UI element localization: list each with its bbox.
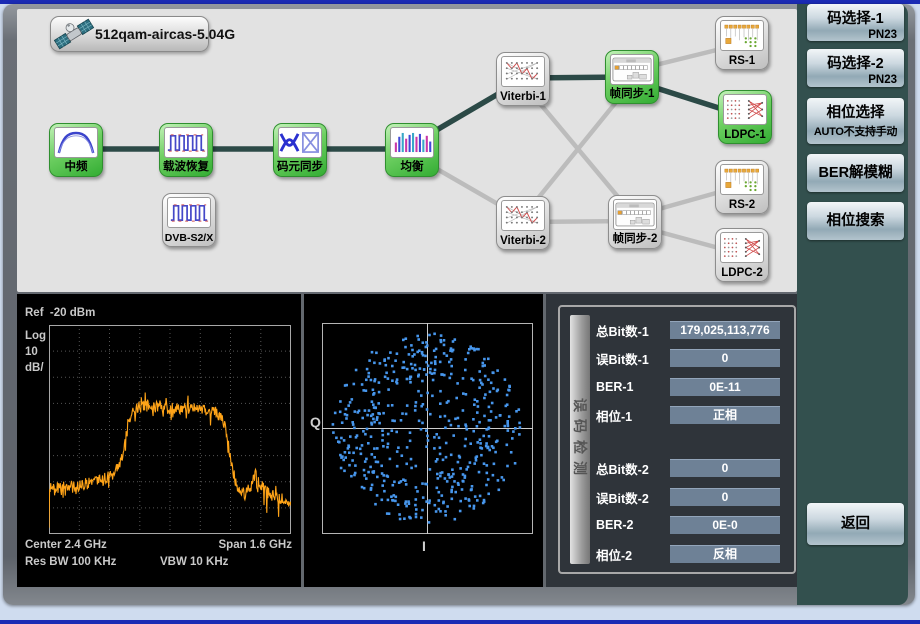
- node-frame-sync-1[interactable]: 帧同步-1: [605, 50, 659, 104]
- ldpc-graph-icon: [720, 232, 764, 263]
- phase-1-value: 正相: [670, 406, 780, 424]
- node-ldpc-1[interactable]: LDPC-1: [718, 90, 772, 144]
- spectrum-center-label: Center 2.4 GHz: [25, 539, 107, 551]
- node-equalizer[interactable]: 均衡: [385, 123, 439, 177]
- rs-code-icon: [720, 20, 764, 51]
- error-bits-1-value: 0: [670, 349, 780, 367]
- ber-row: 相位-2反相: [596, 545, 786, 563]
- bandpass-spectrum-icon: [54, 127, 98, 158]
- phase-select-button[interactable]: 相位选择 AUTO不支持手动: [807, 98, 904, 144]
- spectrum-scale-log: Log: [25, 330, 46, 342]
- ber-2-value: 0E-0: [670, 516, 780, 534]
- frame-sync-icon: [613, 199, 657, 230]
- total-bits-1-value: 179,025,113,776: [670, 321, 780, 339]
- square-wave-icon: [164, 127, 208, 158]
- frame-sync-icon: [610, 54, 654, 85]
- node-ldpc-2[interactable]: LDPC-2: [715, 228, 769, 282]
- ber-deambiguity-button[interactable]: BER解模糊: [807, 154, 904, 192]
- back-button[interactable]: 返回: [807, 503, 904, 545]
- ber-row: 相位-1正相: [596, 406, 786, 424]
- ber-row: 总Bit数-20: [596, 459, 786, 477]
- spectrum-scale-db: dB/: [25, 362, 44, 374]
- q-axis-label: Q: [310, 414, 321, 430]
- total-bits-2-value: 0: [670, 459, 780, 477]
- ber-row: 误Bit数-20: [596, 488, 786, 506]
- ber-row: 误Bit数-10: [596, 349, 786, 367]
- signal-title-label: 512qam-aircas-5.04G: [95, 26, 235, 42]
- node-symbol-sync[interactable]: 码元同步: [273, 123, 327, 177]
- node-dvb-s2x[interactable]: DVB-S2/X: [162, 193, 216, 247]
- i-axis-label: I: [422, 538, 426, 554]
- node-frame-sync-2[interactable]: 帧同步-2: [608, 195, 662, 249]
- phase-2-value: 反相: [670, 545, 780, 563]
- bottom-panels: Ref -20 dBm Log 10 dB/ Center 2.4 GHz Sp…: [17, 294, 797, 587]
- spectrum-panel: Ref -20 dBm Log 10 dB/ Center 2.4 GHz Sp…: [17, 294, 301, 587]
- ber-box: 误码检测 总Bit数-1179,025,113,776 误Bit数-10 BER…: [558, 305, 796, 574]
- constellation-plot: [322, 323, 533, 534]
- spectrum-scale-10: 10: [25, 346, 38, 358]
- error-bits-2-value: 0: [670, 488, 780, 506]
- rs-code-icon: [720, 164, 764, 195]
- ldpc-graph-icon: [723, 94, 767, 125]
- phase-search-button[interactable]: 相位搜索: [807, 202, 904, 240]
- code-select-2-button[interactable]: 码选择-2 PN23: [807, 49, 904, 87]
- node-if[interactable]: 中频: [49, 123, 103, 177]
- equalizer-bars-icon: [390, 127, 434, 158]
- trellis-icon: [501, 200, 545, 231]
- ber-side-bar: 误码检测: [570, 315, 590, 564]
- trellis-icon: [501, 56, 545, 87]
- demod-flow-diagram: 512qam-aircas-5.04G 中频 载波恢复 码元同步: [17, 9, 797, 292]
- eye-diagram-icon: [278, 127, 322, 158]
- node-rs-1[interactable]: RS-1: [715, 16, 769, 70]
- right-sidebar: 码选择-1 PN23 码选择-2 PN23 相位选择 AUTO不支持手动 BER…: [797, 4, 908, 605]
- spectrum-rbw-label: Res BW 100 KHz: [25, 556, 116, 568]
- spectrum-plot: [49, 325, 291, 534]
- ber-row: BER-20E-0: [596, 516, 786, 534]
- app-page: 512qam-aircas-5.04G 中频 载波恢复 码元同步: [0, 0, 920, 624]
- main-window: 512qam-aircas-5.04G 中频 载波恢复 码元同步: [3, 4, 915, 605]
- spectrum-vbw-label: VBW 10 KHz: [160, 556, 228, 568]
- node-carrier-recovery[interactable]: 载波恢复: [159, 123, 213, 177]
- node-viterbi-1[interactable]: Viterbi-1: [496, 52, 550, 106]
- spectrum-ref-label: Ref -20 dBm: [25, 307, 95, 319]
- ber-panel: 误码检测 总Bit数-1179,025,113,776 误Bit数-10 BER…: [546, 294, 797, 587]
- code-select-1-button[interactable]: 码选择-1 PN23: [807, 4, 904, 41]
- satellite-icon: [53, 14, 95, 54]
- square-wave-icon: [167, 197, 211, 228]
- spectrum-span-label: Span 1.6 GHz: [219, 539, 293, 551]
- ber-1-value: 0E-11: [670, 378, 780, 396]
- signal-title-button[interactable]: 512qam-aircas-5.04G: [50, 16, 209, 52]
- ber-row: BER-10E-11: [596, 378, 786, 396]
- ber-side-label: 误码检测: [570, 398, 590, 482]
- constellation-panel: Q I: [304, 294, 543, 587]
- node-rs-2[interactable]: RS-2: [715, 160, 769, 214]
- node-viterbi-2[interactable]: Viterbi-2: [496, 196, 550, 250]
- bottom-blue-strip: [0, 620, 920, 624]
- ber-row: 总Bit数-1179,025,113,776: [596, 321, 786, 339]
